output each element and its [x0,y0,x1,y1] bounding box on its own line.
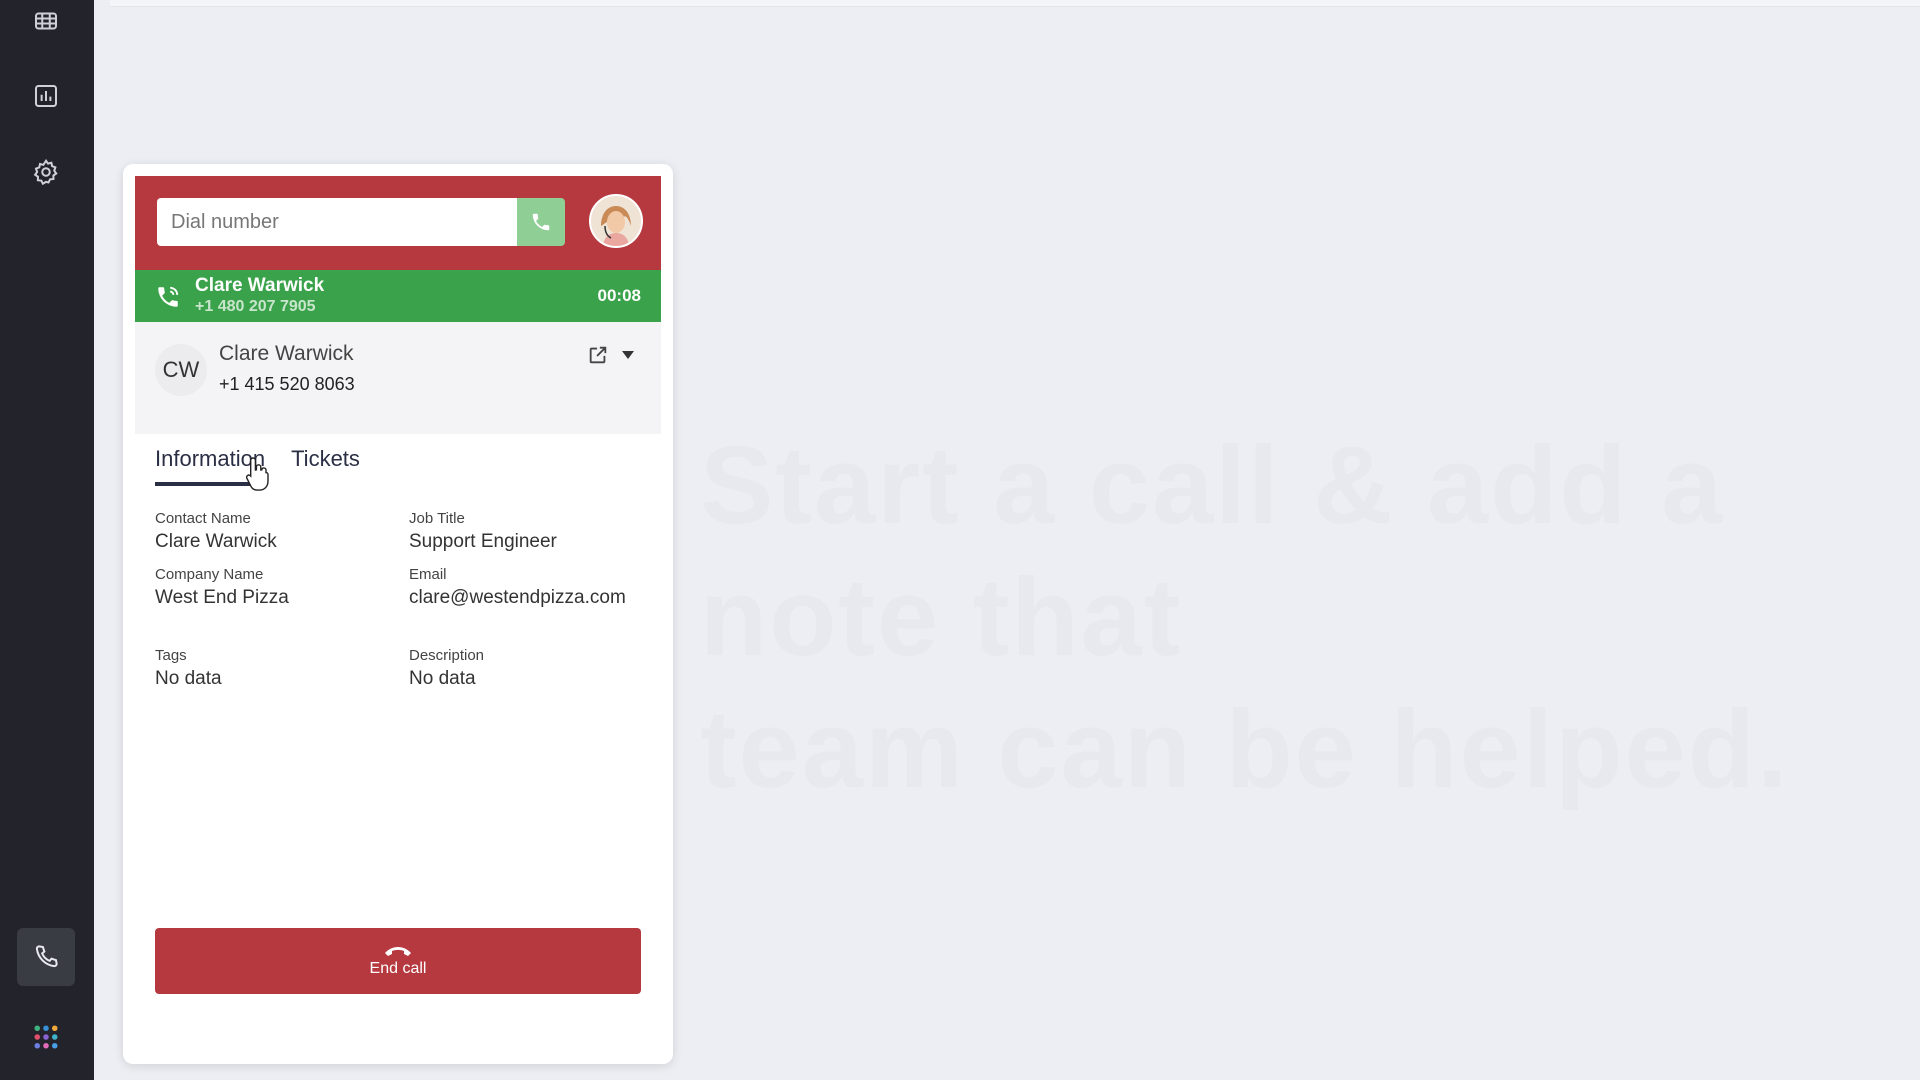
app-sidebar [0,0,94,1080]
tab-information[interactable]: Information [155,446,266,486]
email-label: Email [409,566,447,583]
chevron-down-icon[interactable] [617,342,639,368]
phone-in-call-icon [158,286,179,307]
email-value: clare@westendpizza.com [409,587,626,608]
contact-name-label: Contact Name [155,510,251,527]
apps-grid-icon[interactable] [17,1008,75,1066]
phone-icon [532,213,550,231]
job-title-value: Support Engineer [409,531,557,552]
end-call-button[interactable]: End call [155,928,641,994]
contact-name: Clare Warwick [219,342,354,365]
background-text-line-1: Start a call & add a note that [700,424,1725,679]
tab-tickets[interactable]: Tickets [291,446,360,486]
job-title-label: Job Title [409,510,465,527]
reports-icon[interactable] [17,67,75,125]
caller-number: +1 480 207 7905 [195,298,316,315]
contact-phone: +1 415 520 8063 [219,374,355,394]
call-timer: 00:08 [597,286,641,305]
background-text-line-2: team can be helped. [700,688,1790,811]
tags-label: Tags [155,647,187,664]
dial-bar [135,176,661,270]
contact-name-value: Clare Warwick [155,531,277,552]
dial-call-button[interactable] [517,198,565,246]
contact-initials-avatar: CW [155,344,207,396]
background-overlay-text: Start a call & add a note that team can … [700,420,1800,816]
dashboard-icon[interactable] [17,0,75,50]
tags-value: No data [155,668,222,689]
dial-number-input[interactable] [157,198,517,246]
caller-name: Clare Warwick [195,275,325,296]
phone-widget: Clare Warwick +1 480 207 7905 00:08 CW C… [123,164,673,1064]
contact-card: CW Clare Warwick +1 415 520 8063 [135,322,661,434]
agent-avatar[interactable] [589,194,643,248]
company-name-value: West End Pizza [155,587,289,608]
settings-icon[interactable] [17,143,75,201]
contact-tabs: Information Tickets [155,446,360,486]
hang-up-icon [385,947,411,956]
description-label: Description [409,647,485,664]
end-call-label: End call [369,960,427,977]
open-external-icon[interactable] [585,342,611,368]
description-value: No data [409,668,476,689]
top-strip [110,0,1920,7]
phone-icon[interactable] [17,928,75,986]
active-call-bar[interactable]: Clare Warwick +1 480 207 7905 00:08 [135,270,661,322]
company-name-label: Company Name [155,566,264,583]
